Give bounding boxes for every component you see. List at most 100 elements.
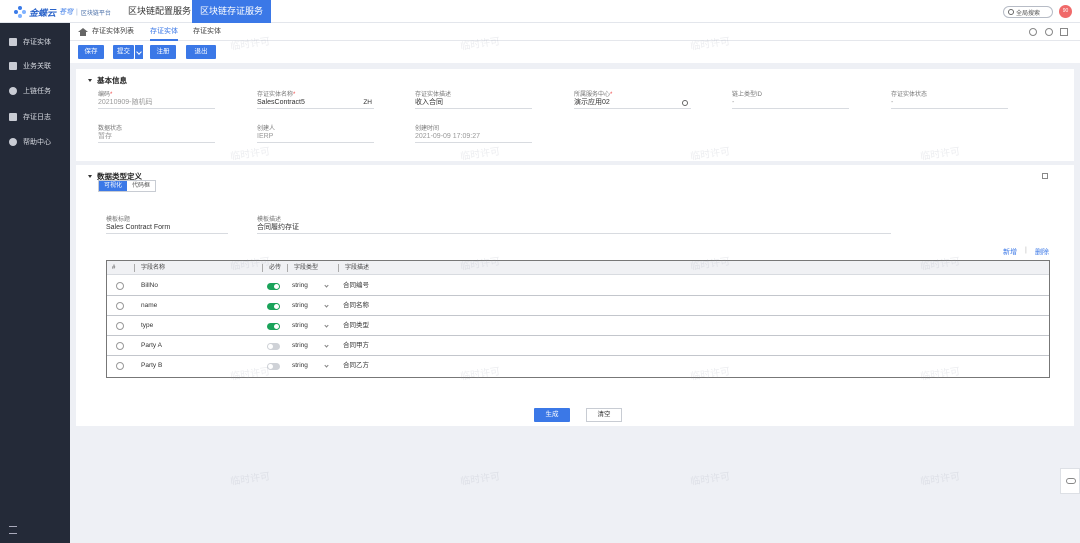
table-row[interactable]: type string 合同类型 [107,316,1049,336]
nav-evidence-service[interactable]: 区块链存证服务 [192,0,272,23]
watermark: 临时许可 [459,471,501,488]
global-search[interactable]: 全局搜索 [1003,6,1053,18]
sidebar-item-label: 业务关联 [23,63,51,70]
sidebar-item-label: 存证日志 [23,114,51,121]
field-entity-name: 存证实体名称* SalesContract5 ZH [257,89,374,109]
basic-info-panel: 基本信息 编码* 20210909-随机码 存证实体名称* SalesContr… [76,69,1074,161]
row-field-type[interactable]: string [292,276,308,296]
template-title-input[interactable]: Sales Contract Form [106,222,228,234]
col-field-desc[interactable]: 字段描述 [345,261,369,275]
row-field-type[interactable]: string [292,336,308,356]
required-toggle[interactable] [267,363,280,370]
save-button[interactable]: 保存 [78,45,104,59]
tab-entity-list[interactable]: 存证实体列表 [92,23,134,41]
table-row[interactable]: Party A string 合同甲方 [107,336,1049,356]
col-required[interactable]: 必传 [269,261,281,275]
action-bar: 保存 提交 注册 退出 [70,41,1080,63]
chevron-down-icon[interactable] [324,303,329,308]
nav-config-service[interactable]: 区块链配置服务 [120,0,199,23]
fullscreen-icon[interactable] [1060,28,1068,36]
row-field-desc[interactable]: 合同名称 [343,296,369,316]
chevron-down-icon[interactable] [324,323,329,328]
language-suffix[interactable]: ZH [363,97,372,109]
entity-name-input[interactable]: SalesContract5 ZH [257,97,374,109]
submit-button[interactable]: 提交 [113,45,134,59]
cloud-float-button[interactable] [1060,468,1080,494]
avatar[interactable]: 90 [1059,5,1072,18]
chevron-down-icon[interactable] [324,343,329,348]
puzzle-icon [9,62,17,70]
table-row[interactable]: Party B string 合同乙方 [107,356,1049,376]
row-field-desc[interactable]: 合同编号 [343,276,369,296]
sidebar-item-chain-task[interactable]: 上链任务 [0,81,70,101]
code-input[interactable]: 20210909-随机码 [98,97,215,109]
row-select-radio[interactable] [116,282,124,290]
row-field-name[interactable]: Party B [141,356,162,376]
required-toggle[interactable] [267,343,280,350]
row-field-name[interactable]: Party A [141,336,162,356]
view-mode-switch: 可视化 代码框 [98,180,157,192]
row-field-desc[interactable]: 合同甲方 [343,336,369,356]
col-index: # [112,265,116,271]
sidebar-item-help[interactable]: 帮助中心 [0,132,70,152]
panel-title: 基本信息 [97,76,127,85]
row-select-radio[interactable] [116,342,124,350]
col-field-name[interactable]: 字段名称 [141,261,165,275]
sidebar-item-business[interactable]: 业务关联 [0,56,70,76]
seg-code[interactable]: 代码框 [127,181,155,191]
row-field-name[interactable]: name [141,296,157,316]
service-center-input[interactable]: 演示应用02 [574,97,691,109]
field-service-center: 所属服务中心* 演示应用02 [574,89,691,109]
home-icon[interactable] [78,28,88,36]
sidebar-item-label: 存证实体 [23,39,51,46]
chevron-down-icon[interactable] [324,283,329,288]
global-search-label: 全局搜索 [1016,10,1041,17]
register-button[interactable]: 注册 [150,45,176,59]
help-icon [9,138,17,146]
template-desc-input[interactable]: 合同履约存证 [257,222,891,234]
row-field-desc[interactable]: 合同类型 [343,316,369,336]
bulb-icon[interactable] [1029,28,1037,36]
row-field-type[interactable]: string [292,316,308,336]
clear-button[interactable]: 清空 [586,408,622,422]
seg-visual[interactable]: 可视化 [99,181,128,191]
brand-logo[interactable]: 金蝶云 苍穹 | 区块链平台 [14,5,111,19]
row-field-type[interactable]: string [292,356,308,376]
collapse-menu-icon[interactable] [9,526,17,534]
tab-strip: 存证实体列表 存证实体 存证实体 [70,23,1080,41]
row-field-type[interactable]: string [292,296,308,316]
required-toggle[interactable] [267,283,280,290]
search-icon[interactable] [682,100,688,106]
entity-status-value: - [891,97,1008,109]
row-select-radio[interactable] [116,302,124,310]
creator-value: IERP [257,131,374,143]
table-row[interactable]: BillNo string 合同编号 [107,276,1049,296]
field-chain-type: 链上类型ID - [732,89,849,109]
chevron-down-icon[interactable] [324,363,329,368]
expand-icon[interactable] [1042,173,1048,179]
sidebar-item-log[interactable]: 存证日志 [0,107,70,127]
entity-desc-input[interactable]: 收入合同 [415,97,532,109]
row-select-radio[interactable] [116,322,124,330]
table-row[interactable]: name string 合同名称 [107,296,1049,316]
generate-button[interactable]: 生成 [534,408,570,422]
delete-row-link[interactable]: 删除 [1035,247,1049,257]
col-field-type[interactable]: 字段类型 [294,261,318,275]
exit-button[interactable]: 退出 [186,45,216,59]
row-field-desc[interactable]: 合同乙方 [343,356,369,376]
basic-info-header[interactable]: 基本信息 [88,75,127,86]
add-row-link[interactable]: 新增 [1003,247,1017,257]
tab-entity-active[interactable]: 存证实体 [150,23,178,41]
row-select-radio[interactable] [116,362,124,370]
tab-entity[interactable]: 存证实体 [193,23,221,41]
sidebar-item-evidence-entity[interactable]: 存证实体 [0,32,70,52]
watermark: 临时许可 [919,471,961,488]
submit-dropdown-button[interactable] [134,45,143,59]
row-field-name[interactable]: type [141,316,153,336]
collapse-caret-icon [88,79,92,82]
required-toggle[interactable] [267,323,280,330]
row-field-name[interactable]: BillNo [141,276,158,296]
data-status-value: 暂存 [98,131,215,143]
required-toggle[interactable] [267,303,280,310]
help-circle-icon[interactable] [1045,28,1053,36]
